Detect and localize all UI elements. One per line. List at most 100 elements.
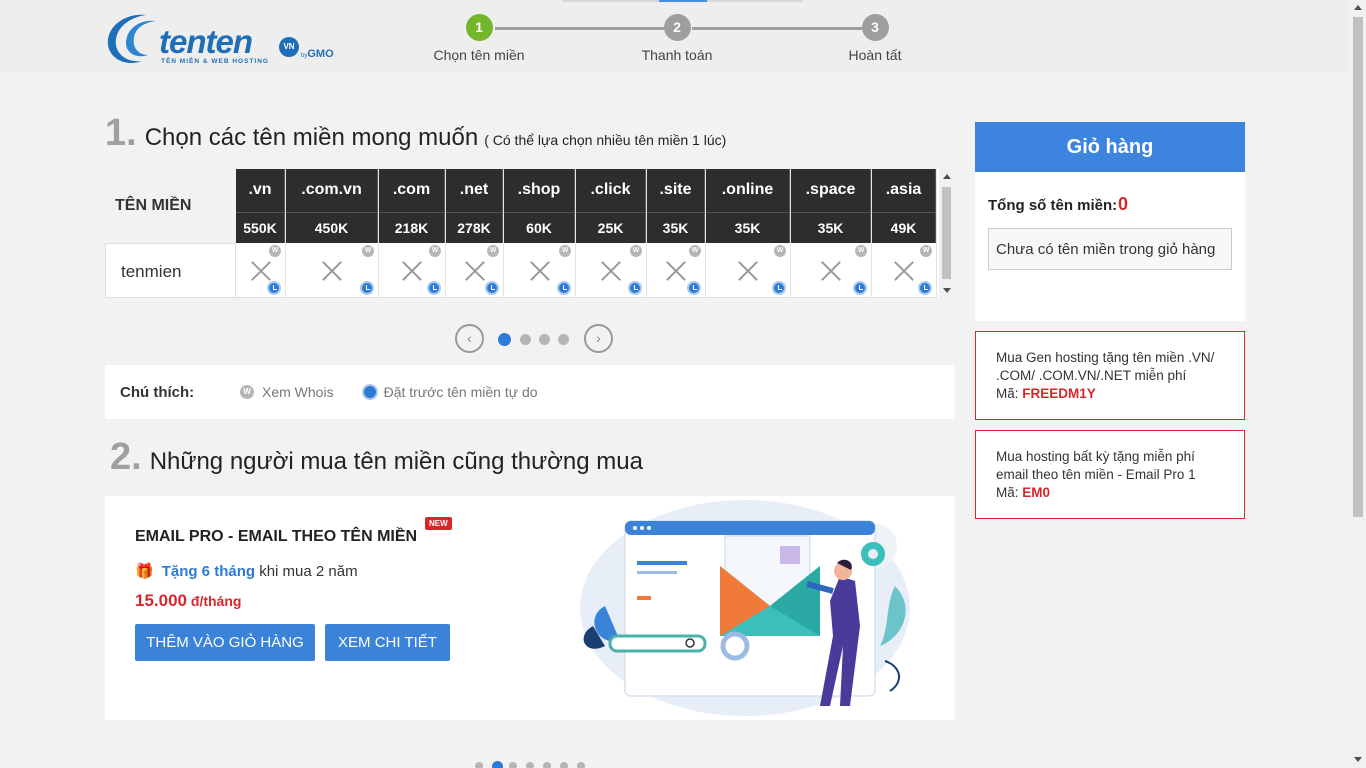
whois-icon[interactable]: W [487,245,499,257]
reserve-clock-icon[interactable] [772,281,786,295]
extension-price: 49K [872,212,936,243]
reserve-clock-icon[interactable] [267,281,281,295]
unavailable-x-icon [249,258,273,282]
unavailable-x-icon [664,258,688,282]
reserve-clock-icon[interactable] [360,281,374,295]
logo[interactable]: tenten VN byGMO TÊN MIỀN & WEB HOSTING [104,11,344,67]
availability-cell[interactable]: W [236,243,285,298]
availability-cell[interactable]: W [706,243,790,298]
top-tab-indicator [563,0,803,2]
coupon-text: Mua hosting bất kỳ tặng miễn phí [996,449,1195,464]
extension-column: .site 35K W [647,169,706,298]
page-dot-2[interactable] [520,334,531,345]
reserve-clock-icon[interactable] [853,281,867,295]
unavailable-x-icon [736,258,760,282]
domain-table: TÊN MIỀN tenmien .vn 550K W .com.vn 450K W .co… [105,169,955,298]
whois-icon[interactable]: W [774,245,786,257]
extension-price: 450K [286,212,378,243]
reserve-clock-icon[interactable] [557,281,571,295]
section-1-heading: 1. Chọn các tên miền mong muốn ( Có thể … [105,112,726,155]
carousel-dot[interactable] [526,762,534,768]
scroll-down-icon[interactable] [1354,757,1362,762]
extension-column: .net 278K W [446,169,504,298]
page-dot-3[interactable] [539,334,550,345]
whois-icon[interactable]: W [269,245,281,257]
logo-brand: tenten [159,23,253,60]
carousel-dot[interactable] [509,762,517,768]
step-choose-domain: 1 Chọn tên miền [409,14,549,63]
availability-cell[interactable]: W [647,243,705,298]
logo-swirl-icon [107,14,156,64]
gift-offer: 🎁 Tặng 6 tháng khi mua 2 năm [135,563,358,580]
reserve-clock-icon[interactable] [485,281,499,295]
availability-cell[interactable]: W [379,243,445,298]
extension-price: 550K [236,212,285,243]
reserve-clock-icon[interactable] [918,281,932,295]
section-number: 1. [105,112,137,154]
carousel-dot[interactable] [577,762,585,768]
whois-icon[interactable]: W [559,245,571,257]
step-payment: 2 Thanh toán [607,14,747,63]
carousel-dot[interactable] [543,762,551,768]
coupon-code[interactable]: EM0 [1022,485,1050,500]
coupon-text: email theo tên miền - Email Pro 1 [996,467,1196,482]
coupon-card: Mua hosting bất kỳ tặng miễn phí email t… [975,430,1245,519]
next-page-button[interactable]: › [584,324,613,353]
coupon-code[interactable]: FREEDM1Y [1022,386,1096,401]
extension-price: 35K [647,212,705,243]
extension-name: .com.vn [286,169,378,212]
page-dot-4[interactable] [558,334,569,345]
availability-cell[interactable]: W [872,243,936,298]
whois-icon[interactable]: W [855,245,867,257]
logo-gmo: byGMO [301,48,334,60]
cart-count-label: Tổng số tên miền: [988,197,1118,214]
section-title: Chọn các tên miền mong muốn [144,124,479,151]
add-to-cart-button[interactable]: THÊM VÀO GIỎ HÀNG [135,624,315,661]
whois-icon[interactable]: W [630,245,642,257]
clock-icon [361,384,378,400]
availability-cell[interactable]: W [791,243,871,298]
extension-column: .com 218K W [379,169,446,298]
whois-icon[interactable]: W [429,245,441,257]
carousel-dot[interactable] [475,762,483,768]
extension-name: .asia [872,169,936,212]
scroll-thumb[interactable] [942,187,951,279]
availability-cell[interactable]: W [504,243,575,298]
extension-column: .space 35K W [791,169,872,298]
page-dot-1[interactable] [498,333,511,346]
carousel-dot[interactable] [560,762,568,768]
whois-icon[interactable]: W [362,245,374,257]
page-scrollbar[interactable] [1350,0,1366,768]
unavailable-x-icon [819,258,843,282]
carousel-dot[interactable] [492,761,503,768]
availability-cell[interactable]: W [446,243,503,298]
reserve-clock-icon[interactable] [628,281,642,295]
gift-icon: 🎁 [135,563,154,580]
availability-cell[interactable]: W [286,243,378,298]
whois-icon[interactable]: W [689,245,701,257]
table-scrollbar[interactable] [939,169,955,298]
scroll-thumb[interactable] [1353,17,1363,517]
section-2-heading: 2. Những người mua tên miền cũng thường … [110,436,643,479]
scroll-up-icon[interactable] [1354,5,1362,10]
reserve-clock-icon[interactable] [427,281,441,295]
extension-column: .shop 60K W [504,169,576,298]
availability-cell[interactable]: W [576,243,646,298]
prev-page-button[interactable]: ‹ [455,324,484,353]
reserve-clock-icon[interactable] [687,281,701,295]
email-illustration [580,500,910,716]
domain-column-header: TÊN MIỀN [105,169,236,243]
unavailable-x-icon [528,258,552,282]
view-detail-button[interactable]: XEM CHI TIẾT [325,624,450,661]
scroll-down-icon[interactable] [943,288,951,293]
whois-icon[interactable]: W [920,245,932,257]
scroll-up-icon[interactable] [943,174,951,179]
legend-title: Chú thích: [120,383,195,401]
coupon-code-line: Mã: EM0 [996,485,1051,500]
extension-name: .space [791,169,871,212]
cart-title: Giỏ hàng [975,122,1245,172]
header: tenten VN byGMO TÊN MIỀN & WEB HOSTING 1… [0,0,1350,72]
unavailable-x-icon [892,258,916,282]
table-pager: ‹ › [455,324,615,354]
extension-price: 60K [504,212,575,243]
